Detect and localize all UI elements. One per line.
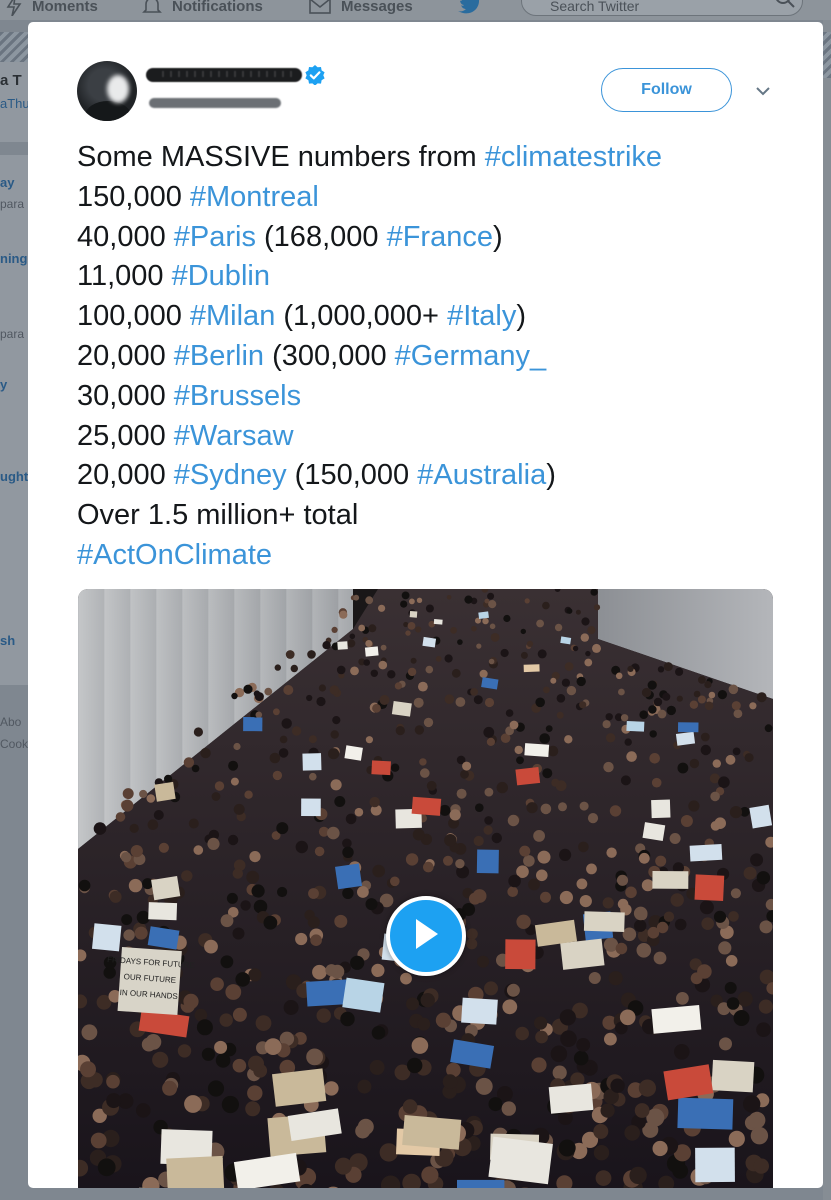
hashtag-link[interactable]: #Brussels bbox=[174, 380, 301, 412]
play-button[interactable] bbox=[386, 896, 466, 976]
tweet-text-line: 11,000 #Dublin bbox=[77, 257, 807, 297]
nav-moments[interactable]: Moments bbox=[6, 0, 98, 17]
trend-fragment-6[interactable]: ught bbox=[0, 469, 28, 484]
hashtag-link[interactable]: #Italy bbox=[447, 300, 516, 332]
hashtag-link[interactable]: #Germany_ bbox=[395, 340, 547, 372]
hashtag-link[interactable]: #Paris bbox=[174, 221, 256, 253]
author-name-redacted[interactable] bbox=[146, 68, 302, 82]
tweet-text-segment: 40,000 bbox=[77, 220, 174, 253]
tweet-text-segment: ) bbox=[516, 300, 527, 333]
hashtag-link[interactable]: #France bbox=[387, 221, 493, 253]
trends-card: ay para ning para y ught sh bbox=[0, 155, 28, 685]
trend-fragment-2: para bbox=[0, 197, 25, 211]
hashtag-link[interactable]: #Warsaw bbox=[174, 420, 294, 452]
tweet-text-segment: (300,000 bbox=[264, 339, 395, 372]
video-player[interactable]: FRIDAYS FOR FUTURE OUR FUTURE IN OUR HAN… bbox=[78, 589, 773, 1188]
tweet-text-line: 40,000 #Paris (168,000 #France) bbox=[77, 218, 807, 258]
hashtag-link[interactable]: #climatestrike bbox=[485, 141, 662, 173]
envelope-icon bbox=[309, 0, 331, 15]
tweet-text-line: 150,000 #Montreal bbox=[77, 178, 807, 218]
tweet-text-segment: (1,000,000+ bbox=[275, 300, 448, 333]
bell-icon bbox=[142, 0, 162, 16]
footer-link-cookies[interactable]: Cook bbox=[0, 737, 28, 751]
trend-fragment-5[interactable]: y bbox=[0, 377, 7, 392]
tweet-text-line: 20,000 #Sydney (150,000 #Australia) bbox=[77, 456, 807, 496]
search-box[interactable] bbox=[521, 0, 803, 16]
hashtag-link[interactable]: #ActOnClimate bbox=[77, 539, 272, 571]
right-sidebar-dimmed bbox=[823, 20, 831, 1200]
tweet-text-line: 20,000 #Berlin (300,000 #Germany_ bbox=[77, 337, 807, 377]
tweet-text-segment: Some MASSIVE numbers from bbox=[77, 141, 485, 173]
tweet-modal: Follow Some MASSIVE numbers from #climat… bbox=[28, 22, 823, 1188]
follow-button[interactable]: Follow bbox=[601, 68, 732, 112]
tweet-text-segment: ) bbox=[492, 220, 503, 253]
tweet-text-line: 30,000 #Brussels bbox=[77, 377, 807, 417]
tweet-text-segment: 20,000 bbox=[77, 459, 174, 492]
tweet-text-segment: Over 1.5 million+ total bbox=[77, 499, 359, 532]
avatar-face-redacted bbox=[107, 75, 129, 103]
tweet-text-segment: ) bbox=[546, 459, 556, 492]
hashtag-link[interactable]: #Dublin bbox=[172, 260, 270, 292]
search-input[interactable] bbox=[550, 0, 760, 15]
lightning-icon bbox=[6, 0, 22, 16]
tweet-text-line: Over 1.5 million+ total bbox=[77, 496, 807, 536]
top-navigation-bar: Moments Notifications Messages bbox=[0, 0, 831, 20]
hashtag-link[interactable]: #Australia bbox=[417, 459, 546, 491]
profile-name-fragment: a T bbox=[0, 72, 22, 89]
trend-fragment-1[interactable]: ay bbox=[0, 175, 14, 190]
twitter-bird-icon[interactable] bbox=[458, 0, 482, 19]
avatar-figure bbox=[85, 101, 131, 121]
hashtag-link[interactable]: #Milan bbox=[190, 300, 275, 332]
tweet-text-segment: (168,000 bbox=[255, 220, 387, 253]
hashtag-link[interactable]: #Berlin bbox=[174, 340, 264, 372]
nav-notifications-label: Notifications bbox=[172, 0, 263, 15]
tweet-text-segment: 100,000 bbox=[77, 300, 190, 333]
tweet-text-segment: 30,000 bbox=[77, 379, 174, 412]
tweet-text: Some MASSIVE numbers from #climatestrike… bbox=[77, 138, 807, 576]
chevron-down-icon[interactable] bbox=[754, 84, 772, 102]
left-sidebar-dimmed: a T aThu ay para ning para y ught sh Abo… bbox=[0, 20, 28, 1200]
tweet-text-line: Some MASSIVE numbers from #climatestrike bbox=[77, 138, 807, 178]
tweet-text-segment: 150,000 bbox=[77, 180, 190, 213]
hashtag-link[interactable]: #Sydney bbox=[174, 459, 287, 491]
verified-badge-icon bbox=[305, 65, 325, 90]
author-handle-redacted[interactable] bbox=[149, 98, 281, 108]
nav-messages-label: Messages bbox=[341, 0, 413, 15]
trend-fragment-3[interactable]: ning bbox=[0, 251, 27, 266]
profile-card: a T aThu bbox=[0, 62, 28, 142]
nav-moments-label: Moments bbox=[32, 0, 98, 15]
tweet-text-segment: (150,000 bbox=[286, 459, 418, 492]
right-banner bbox=[823, 32, 831, 78]
nav-messages[interactable]: Messages bbox=[309, 0, 413, 17]
tweet-text-segment: 20,000 bbox=[77, 339, 174, 372]
hashtag-link[interactable]: #Montreal bbox=[190, 181, 319, 213]
footer-link-about[interactable]: Abo bbox=[0, 715, 21, 729]
search-icon[interactable] bbox=[772, 0, 798, 16]
video-thumbnail-crowd: FRIDAYS FOR FUTURE OUR FUTURE IN OUR HAN… bbox=[78, 589, 773, 1188]
profile-banner bbox=[0, 32, 28, 62]
avatar[interactable] bbox=[77, 61, 137, 121]
trend-fragment-7[interactable]: sh bbox=[0, 633, 15, 648]
tweet-text-line: 25,000 #Warsaw bbox=[77, 417, 807, 457]
tweet-text-line: 100,000 #Milan (1,000,000+ #Italy) bbox=[77, 297, 807, 337]
tweet-text-line: #ActOnClimate bbox=[77, 536, 807, 576]
nav-notifications[interactable]: Notifications bbox=[142, 0, 263, 17]
play-icon bbox=[411, 917, 441, 956]
profile-handle-fragment: aThu bbox=[0, 96, 28, 111]
tweet-text-segment: 25,000 bbox=[77, 419, 174, 452]
tweet-text-segment: 11,000 bbox=[77, 260, 172, 293]
trend-fragment-4: para bbox=[0, 327, 25, 341]
